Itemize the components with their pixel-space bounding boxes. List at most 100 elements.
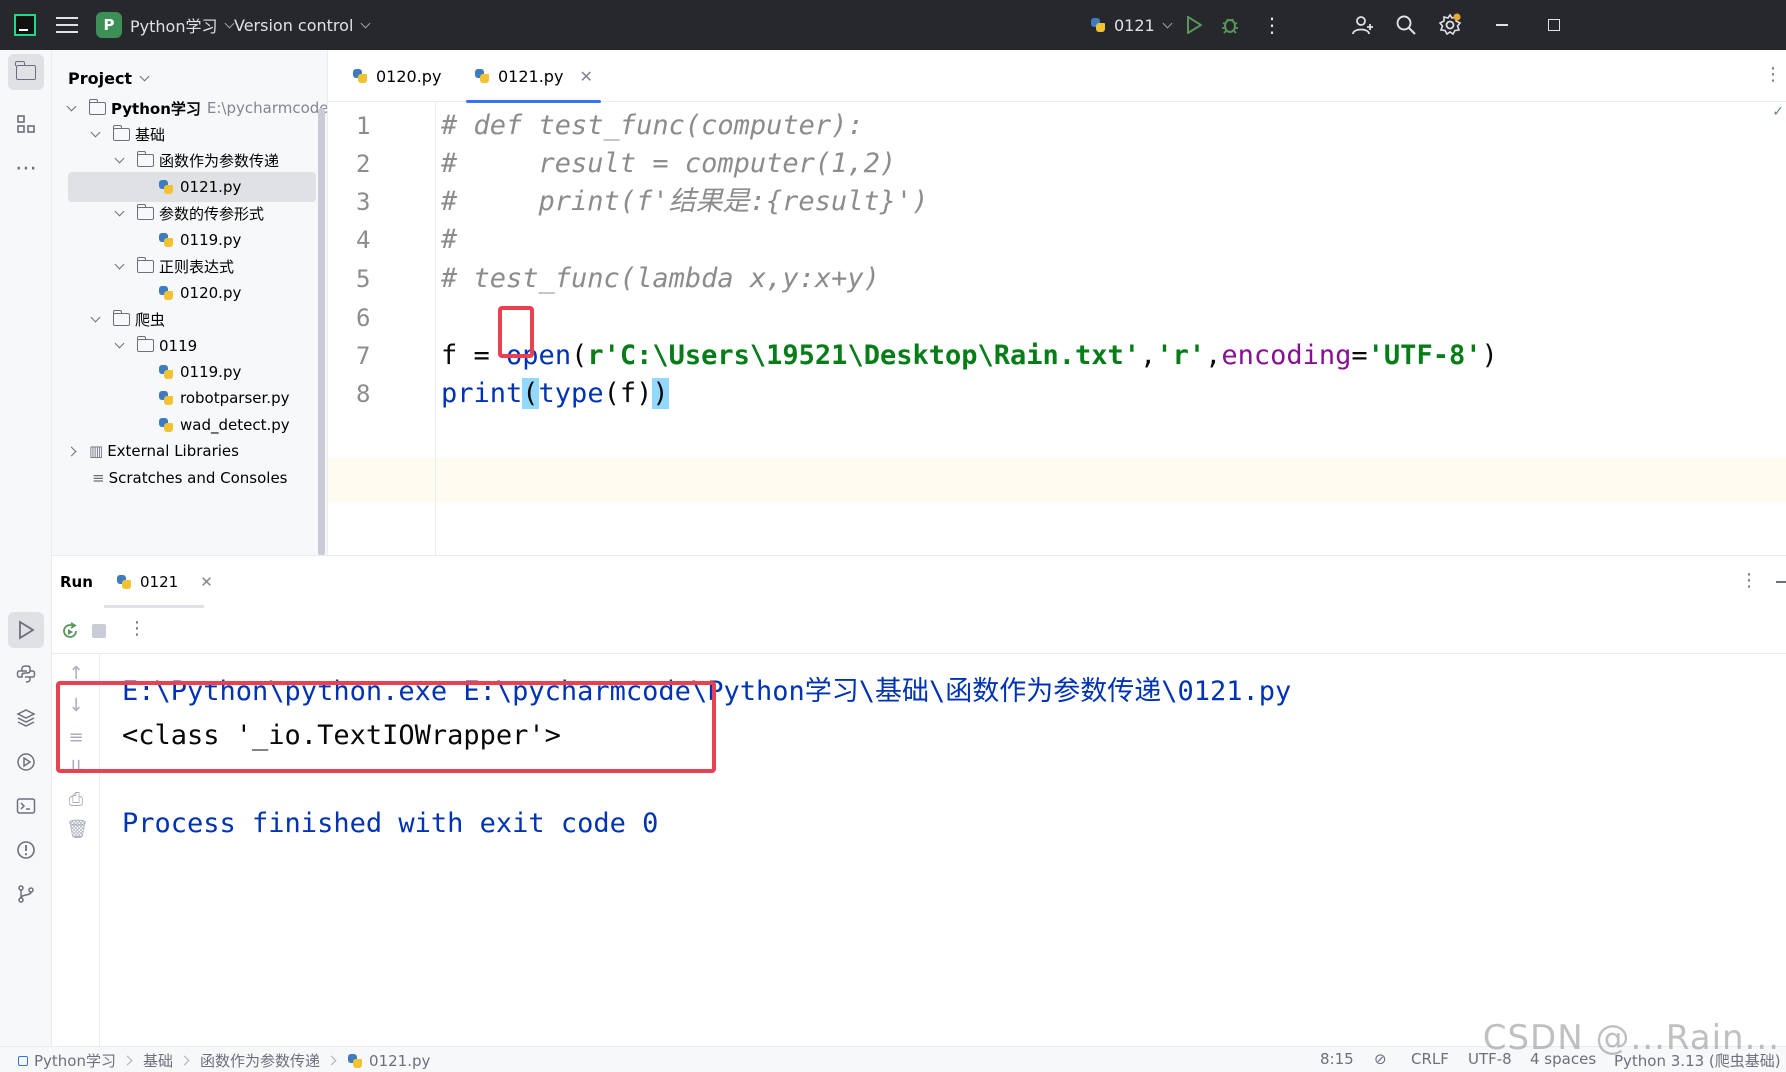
python-file-icon [352,68,368,84]
bug-icon [1222,18,1238,34]
project-switcher[interactable]: P Python学习 [96,0,235,50]
project-tool-button[interactable] [8,54,44,90]
maximize-button[interactable] [1548,0,1560,50]
current-line-highlight [328,458,1786,502]
tree-item-label: 爬虫 [135,310,166,329]
tree-item-label: 参数的传参形式 [159,205,265,224]
token-paren: ) [1481,340,1498,371]
chevron-down-icon[interactable] [66,101,77,111]
read-only-toggle-icon[interactable]: ⊘ [1374,1050,1387,1068]
add-user-button[interactable] [1352,0,1374,50]
editor-tabs: 0120.py 0121.py ✕ ⋮ [328,50,1786,103]
tree-item-label: 0119 [159,336,198,355]
stop-icon[interactable] [92,624,106,638]
chevron-down-icon[interactable] [90,127,101,138]
watermark: CSDN @...Rain... [1482,1018,1780,1058]
breadcrumb-item[interactable]: Python学习 [34,1050,116,1071]
tree-item-label: wad_detect.py [180,415,290,434]
terminal-button[interactable] [8,788,44,824]
python-packages-button[interactable] [8,700,44,736]
vcs-menu[interactable]: Version control [234,0,371,50]
project-scrollbar[interactable] [318,108,325,555]
python-console-button[interactable] [8,656,44,692]
chevron-down-icon[interactable] [114,338,125,349]
inspection-ok-icon[interactable]: ✓ [1772,104,1784,120]
run-tool-button[interactable] [8,612,44,648]
layers-icon [16,709,36,727]
breadcrumb-item[interactable]: 基础 [143,1050,173,1071]
breadcrumb-item[interactable]: 函数作为参数传递 [200,1050,320,1071]
code-line-5: # test_func(lambda x,y:x+y) [441,263,880,294]
tree-item-label: Scratches and Consoles [108,468,288,487]
run-header: Run 0121 ✕ ⋮ [52,556,1786,608]
more-tools-icon[interactable]: ⋯ [8,150,44,186]
rerun-icon[interactable] [60,621,80,641]
folder-icon [136,256,154,273]
project-badge-icon: P [96,12,122,38]
settings-button[interactable] [1438,0,1462,50]
project-name: Python学习 [130,17,218,36]
minimize-button[interactable] [1496,0,1508,50]
trash-icon[interactable]: 🗑 [66,820,89,840]
run-config-name: 0121 [1114,15,1155,35]
python-file-icon [158,390,174,406]
debug-button[interactable] [1220,0,1240,50]
tab-0121[interactable]: 0121.py ✕ [466,50,601,103]
hide-panel-icon[interactable] [1776,581,1786,583]
chevron-down-icon [360,18,371,28]
run-button[interactable] [1186,0,1202,50]
line-number: 4 [356,226,371,254]
chevron-right-icon [122,1055,133,1065]
project-panel-title: Project [68,68,133,88]
editor: 0120.py 0121.py ✕ ⋮ 1 2 3 4 5 6 7 8 # de… [328,50,1786,555]
chevron-down-icon[interactable] [114,259,125,270]
chevron-down-icon[interactable] [90,312,101,323]
tab-label: 0121.py [498,66,564,86]
print-icon[interactable]: ⎙ [66,790,86,810]
chevron-right-icon[interactable] [66,446,77,457]
chevron-down-icon[interactable] [114,153,125,164]
services-icon [17,753,35,771]
token-path-string: 'C:\Users\19521\Desktop\Rain.txt' [603,340,1141,371]
tree-item-label: robotparser.py [180,389,290,408]
token-paren-matched: ) [652,378,669,409]
search-button[interactable] [1396,0,1416,50]
chevron-down-icon[interactable] [114,206,125,217]
python-icon [1090,17,1106,33]
python-file-icon [474,68,490,84]
pycharm-logo-icon[interactable] [14,0,36,50]
vcs-label: Version control [234,15,354,35]
run-tab-0121[interactable]: 0121 ✕ [116,556,213,608]
code-line-3: # print(f'结果是:{result}') [441,186,929,217]
annotation-box-raw-prefix [498,306,534,358]
tree-item-label: 0119.py [180,231,242,249]
main-menu-icon[interactable] [56,0,78,50]
breadcrumb-item[interactable]: 0121.py [369,1052,430,1070]
tab-more-icon[interactable]: ⋮ [1764,64,1782,85]
git-button[interactable] [8,876,44,912]
more-actions-icon[interactable]: ⋮ [1262,0,1282,50]
annotation-box-output [56,681,716,773]
tree-item-label: 0121.py [180,178,242,197]
run-config-selector[interactable]: 0121 [1090,0,1173,50]
tree-item-label: 0119.py [180,363,242,381]
more-actions-icon[interactable]: ⋮ [128,618,146,639]
code-line-4: # [441,224,458,255]
more-options-icon[interactable]: ⋮ [1740,570,1758,591]
line-separator[interactable]: CRLF [1411,1050,1449,1068]
folder-icon [136,151,154,168]
close-icon[interactable]: ✕ [579,67,592,86]
run-toolbar: ⋮ [52,608,1786,654]
line-number: 5 [356,265,371,293]
python-file-icon [158,364,174,380]
folder-icon [112,309,130,326]
token-paren-matched: ( [522,378,539,409]
problems-button[interactable] [8,832,44,868]
chevron-down-icon [1162,18,1173,28]
caret-position[interactable]: 8:15 [1320,1050,1354,1068]
tree-item[interactable]: ≡ Scratches and Consoles [52,463,318,493]
tab-0120[interactable]: 0120.py [352,50,441,102]
close-icon[interactable]: ✕ [200,573,213,591]
services-button[interactable] [8,744,44,780]
structure-tool-button[interactable] [8,106,44,142]
